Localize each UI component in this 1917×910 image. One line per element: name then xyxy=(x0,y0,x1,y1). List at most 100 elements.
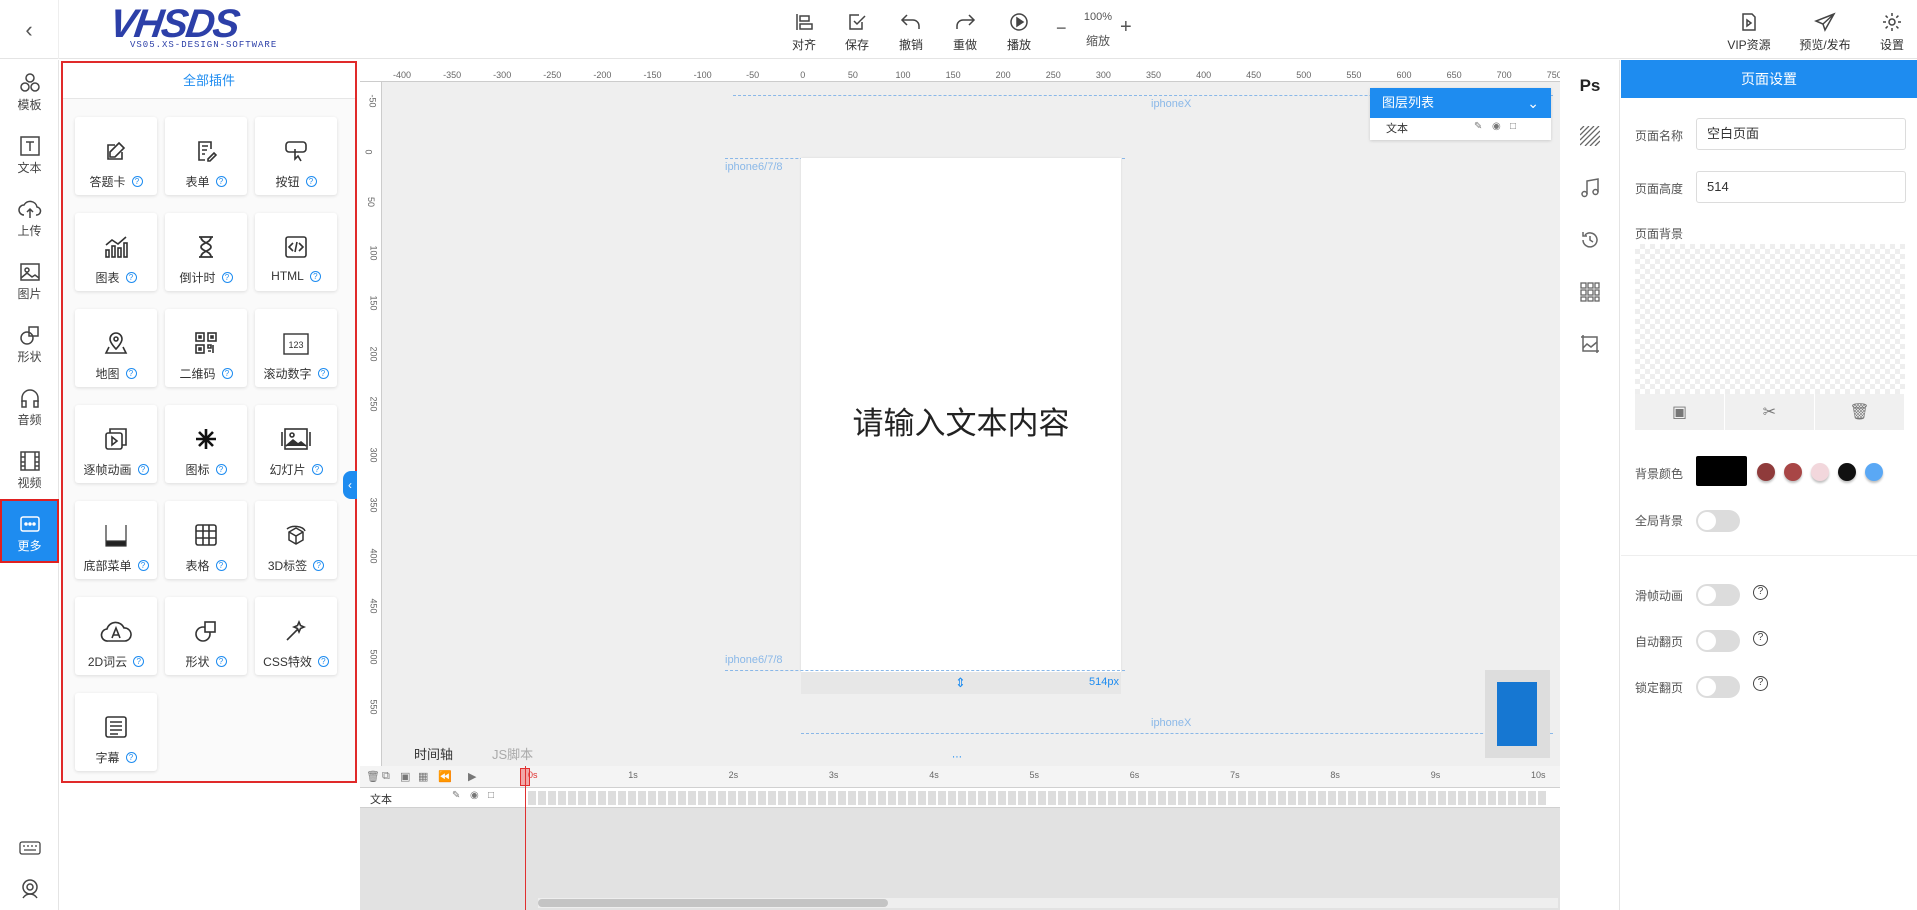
help-icon[interactable]: ? xyxy=(309,270,321,282)
delete-icon[interactable]: 🗑 xyxy=(366,770,380,783)
lock-icon[interactable]: □ xyxy=(488,790,494,801)
sidebar-item-template[interactable]: 模板 xyxy=(0,60,59,118)
help-icon[interactable]: ? xyxy=(1753,676,1768,691)
lock-icon[interactable]: □ xyxy=(1510,116,1516,138)
page-resize-bar[interactable]: ⇕ 514px xyxy=(801,672,1121,694)
page-name-input[interactable]: 空白页面 xyxy=(1696,118,1906,150)
zoom-out-button[interactable]: − xyxy=(1056,18,1067,39)
keyboard-button[interactable] xyxy=(0,826,59,856)
user-support-button[interactable] xyxy=(0,870,59,904)
save-button[interactable]: 保存 xyxy=(834,6,880,53)
help-icon[interactable]: ? xyxy=(215,560,227,571)
sidebar-item-shape[interactable]: 形状 xyxy=(0,312,59,370)
color-swatch[interactable] xyxy=(1838,463,1856,481)
vip-resources-button[interactable]: VIP资源 xyxy=(1724,6,1774,53)
color-swatch[interactable] xyxy=(1865,463,1883,481)
plugin-subtitle[interactable]: 字幕? xyxy=(75,693,157,771)
help-icon[interactable]: ? xyxy=(131,176,143,187)
layer-row[interactable]: 文本 ✎ ◉ □ xyxy=(1370,118,1551,140)
page-thumbnail[interactable] xyxy=(1485,670,1550,758)
collapse-panel-button[interactable]: ‹ xyxy=(343,471,357,499)
help-icon[interactable]: ? xyxy=(215,656,227,667)
plugin-3d-tag[interactable]: 3D标签? xyxy=(255,501,337,579)
plugin-rolling-number[interactable]: 123 滚动数字? xyxy=(255,309,337,387)
plugin-frame-animation[interactable]: 逐帧动画? xyxy=(75,405,157,483)
plugin-html[interactable]: HTML? xyxy=(255,213,337,291)
help-icon[interactable]: ? xyxy=(317,368,329,379)
track-frames[interactable] xyxy=(528,791,1548,805)
chevron-down-icon[interactable]: ⌄ xyxy=(1527,88,1539,118)
sidebar-item-more[interactable]: 更多 xyxy=(0,499,59,563)
pattern-icon[interactable] xyxy=(1574,120,1606,152)
clear-icon[interactable]: ▦ xyxy=(418,770,428,783)
plugin-bottom-menu[interactable]: 底部菜单? xyxy=(75,501,157,579)
back-button[interactable]: ‹ xyxy=(0,0,59,59)
help-icon[interactable]: ? xyxy=(221,368,233,379)
sidebar-item-video[interactable]: 视频 xyxy=(0,438,59,496)
help-icon[interactable]: ? xyxy=(221,272,233,283)
undo-button[interactable]: 撤销 xyxy=(888,6,934,53)
global-background-toggle[interactable] xyxy=(1696,510,1740,532)
sidebar-item-image[interactable]: 图片 xyxy=(0,249,59,307)
crop-image-icon[interactable] xyxy=(1574,328,1606,360)
page-height-input[interactable]: 514 xyxy=(1696,171,1906,203)
align-button[interactable]: 对齐 xyxy=(781,6,827,53)
help-icon[interactable]: ? xyxy=(313,560,325,571)
plugin-shape[interactable]: 形状? xyxy=(165,597,247,675)
plugin-map[interactable]: 地图? xyxy=(75,309,157,387)
plugin-button[interactable]: 按钮? xyxy=(255,117,337,195)
preview-publish-button[interactable]: 预览/发布 xyxy=(1795,6,1855,53)
help-icon[interactable]: ? xyxy=(215,464,227,475)
help-icon[interactable]: ? xyxy=(305,176,317,187)
sidebar-item-upload[interactable]: 上传 xyxy=(0,186,59,244)
crop-button[interactable]: ✂ xyxy=(1725,394,1815,430)
help-icon[interactable]: ? xyxy=(311,464,323,475)
plugin-countdown[interactable]: 倒计时? xyxy=(165,213,247,291)
edit-icon[interactable]: ✎ xyxy=(1474,116,1482,138)
edit-icon[interactable]: ✎ xyxy=(452,790,460,801)
help-icon[interactable]: ? xyxy=(215,176,227,187)
page-canvas[interactable]: 请输入文本内容 xyxy=(801,158,1121,672)
plugin-2d-word-cloud[interactable]: 2D词云? xyxy=(75,597,157,675)
help-icon[interactable]: ? xyxy=(125,272,137,283)
lock-flip-toggle[interactable] xyxy=(1696,676,1740,698)
timeline-track-row[interactable]: 文本 ✎ ◉ □ xyxy=(360,788,1560,808)
help-icon[interactable]: ? xyxy=(137,464,149,475)
resize-handle-icon[interactable]: ⇕ xyxy=(955,675,966,691)
timeline-play-icon[interactable]: ▶ xyxy=(468,770,476,783)
plugin-form[interactable]: 表单? xyxy=(165,117,247,195)
grid-icon[interactable] xyxy=(1574,276,1606,308)
help-icon[interactable]: ? xyxy=(1753,585,1768,600)
plugin-icon[interactable]: 图标? xyxy=(165,405,247,483)
plugin-chart[interactable]: 图表? xyxy=(75,213,157,291)
help-icon[interactable]: ? xyxy=(125,752,137,763)
background-image-preview[interactable] xyxy=(1635,244,1905,394)
color-swatch[interactable] xyxy=(1757,463,1775,481)
help-icon[interactable]: ? xyxy=(1753,631,1768,646)
color-swatch[interactable] xyxy=(1811,463,1829,481)
help-icon[interactable]: ? xyxy=(137,560,149,571)
help-icon[interactable]: ? xyxy=(133,656,145,667)
slide-animation-toggle[interactable] xyxy=(1696,584,1740,606)
plugin-answer-card[interactable]: 答题卡? xyxy=(75,117,157,195)
layer-list-header[interactable]: 图层列表 ⌄ xyxy=(1370,88,1551,118)
playhead[interactable] xyxy=(525,766,526,910)
sidebar-item-text[interactable]: 文本 xyxy=(0,123,59,181)
auto-flip-toggle[interactable] xyxy=(1696,630,1740,652)
plugin-slideshow[interactable]: 幻灯片? xyxy=(255,405,337,483)
rewind-icon[interactable]: ⏪ xyxy=(438,770,452,783)
scrollbar-thumb[interactable] xyxy=(538,899,888,907)
help-icon[interactable]: ? xyxy=(125,368,137,379)
delete-background-button[interactable]: 🗑 xyxy=(1815,394,1905,430)
play-button[interactable]: 播放 xyxy=(996,6,1042,53)
photoshop-import-icon[interactable]: Ps xyxy=(1574,70,1606,102)
background-color-picker[interactable] xyxy=(1696,456,1747,486)
help-icon[interactable]: ? xyxy=(317,656,329,667)
zoom-in-button[interactable]: + xyxy=(1120,16,1132,39)
timeline-scrollbar[interactable] xyxy=(538,898,1558,908)
plugin-qrcode[interactable]: 二维码? xyxy=(165,309,247,387)
plugin-css-effect[interactable]: CSS特效? xyxy=(255,597,337,675)
replace-image-button[interactable]: ▣ xyxy=(1635,394,1725,430)
page-text-element[interactable]: 请输入文本内容 xyxy=(801,398,1121,443)
select-icon[interactable]: ▣ xyxy=(400,770,410,783)
